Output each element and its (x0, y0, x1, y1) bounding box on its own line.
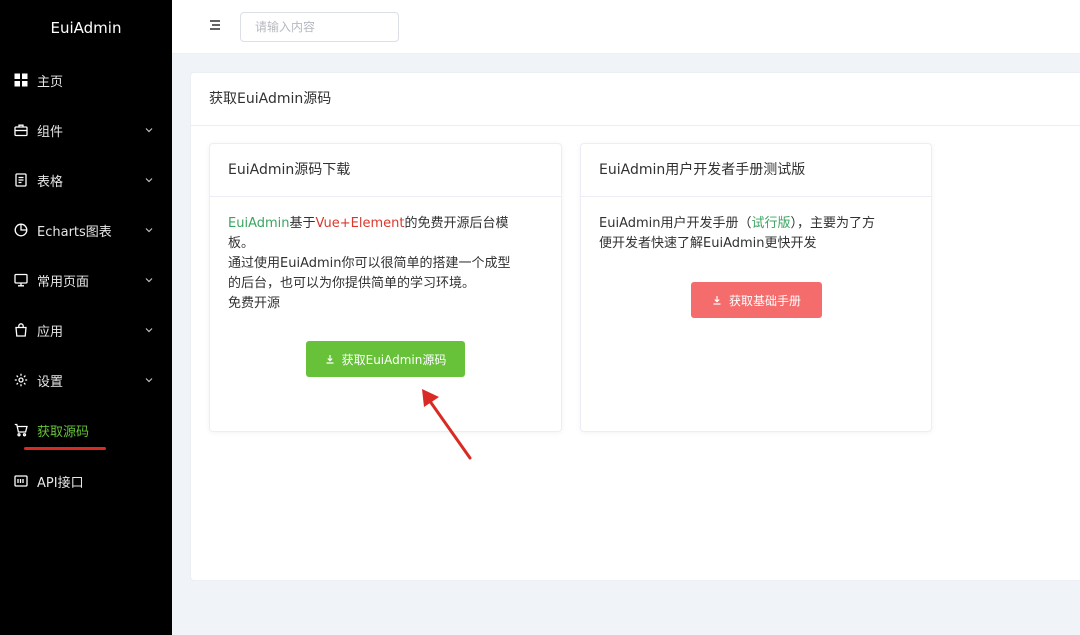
top-header (172, 0, 1080, 54)
highlight-text: EuiAdmin (228, 216, 290, 231)
sidebar-item-label: 应用 (37, 324, 64, 340)
desc-text: ），主要为了方 (790, 216, 876, 231)
divider (191, 125, 1080, 126)
desc-text: 免费开源 (228, 296, 281, 311)
briefcase-icon (14, 123, 28, 137)
card-description: EuiAdmin用户开发手册（试行版），主要为了方 便开发者快速了解EuiAdm… (599, 214, 875, 254)
sidebar-item-label: API接口 (37, 475, 84, 491)
sidebar-item-label: Echarts图表 (37, 224, 112, 240)
chevron-down-icon (145, 278, 153, 283)
highlight-text: 试行版 (751, 216, 791, 231)
card-description: EuiAdmin基于Vue+Element的免费开源后台模 板。 通过使用Eui… (228, 214, 511, 314)
sidebar-item-label: 表格 (37, 174, 64, 190)
chevron-down-icon (145, 378, 153, 383)
sidebar-item-apps[interactable]: 应用 (0, 305, 172, 355)
grid-icon (14, 73, 28, 87)
download-icon (326, 355, 334, 364)
chevron-down-icon (145, 128, 153, 133)
shopping-bag-icon (14, 323, 28, 337)
sidebar-item-settings[interactable]: 设置 (0, 355, 172, 405)
sidebar-item-components[interactable]: 组件 (0, 105, 172, 155)
page-title: 获取EuiAdmin源码 (209, 91, 332, 107)
get-manual-button[interactable]: 获取基础手册 (691, 282, 822, 318)
annotation-underline (24, 447, 106, 450)
sidebar-item-label: 常用页面 (37, 274, 90, 290)
desc-text: EuiAdmin用户开发手册（ (599, 216, 752, 231)
sidebar-item-label: 设置 (37, 374, 64, 390)
document-icon (14, 173, 28, 187)
pie-chart-icon (14, 223, 28, 237)
get-source-button[interactable]: 获取EuiAdmin源码 (306, 341, 465, 377)
sidebar-item-common-pages[interactable]: 常用页面 (0, 255, 172, 305)
desc-text: 便开发者快速了解EuiAdmin更快开发 (599, 236, 817, 251)
sidebar-item-home[interactable]: 主页 (0, 55, 172, 105)
chevron-down-icon (145, 328, 153, 333)
chevron-down-icon (145, 228, 153, 233)
divider (210, 196, 561, 197)
annotation-arrow (422, 389, 472, 460)
sidebar-item-api[interactable]: API接口 (0, 456, 172, 506)
chevron-down-icon (145, 178, 153, 183)
sidebar-item-label: 主页 (37, 74, 64, 90)
desc-text: 的后台，也可以为你提供简单的学习环境。 (228, 276, 476, 291)
desc-text: 的免费开源后台模 (404, 216, 509, 231)
search-input[interactable] (240, 12, 399, 42)
desc-text: 基于 (289, 216, 316, 231)
sidebar-item-label: 获取源码 (37, 424, 90, 440)
gear-icon (14, 373, 28, 387)
cart-icon (14, 423, 28, 437)
app-logo: EuiAdmin (50, 19, 122, 37)
api-icon (14, 474, 28, 488)
desc-text: 通过使用EuiAdmin你可以很简单的搭建一个成型 (228, 256, 511, 271)
sidebar-item-echarts[interactable]: Echarts图表 (0, 205, 172, 255)
card-title: EuiAdmin源码下载 (228, 162, 351, 178)
sidebar: EuiAdmin 主页 组件 表格 Echarts图表 常用页面 应用 设置 获… (0, 0, 172, 635)
hamburger-icon[interactable] (208, 18, 222, 32)
dev-manual-card: EuiAdmin用户开发者手册测试版 EuiAdmin用户开发手册（试行版），主… (580, 143, 932, 432)
source-download-card: EuiAdmin源码下载 EuiAdmin基于Vue+Element的免费开源后… (209, 143, 562, 432)
download-icon (713, 296, 721, 305)
button-label: 获取EuiAdmin源码 (341, 352, 447, 367)
sidebar-item-label: 组件 (37, 124, 64, 140)
sidebar-item-tables[interactable]: 表格 (0, 155, 172, 205)
button-label: 获取基础手册 (728, 293, 801, 308)
highlight-text: Vue+Element (315, 216, 405, 231)
card-title: EuiAdmin用户开发者手册测试版 (599, 162, 806, 178)
monitor-icon (14, 273, 28, 287)
divider (581, 196, 931, 197)
desc-text: 板。 (228, 236, 255, 251)
